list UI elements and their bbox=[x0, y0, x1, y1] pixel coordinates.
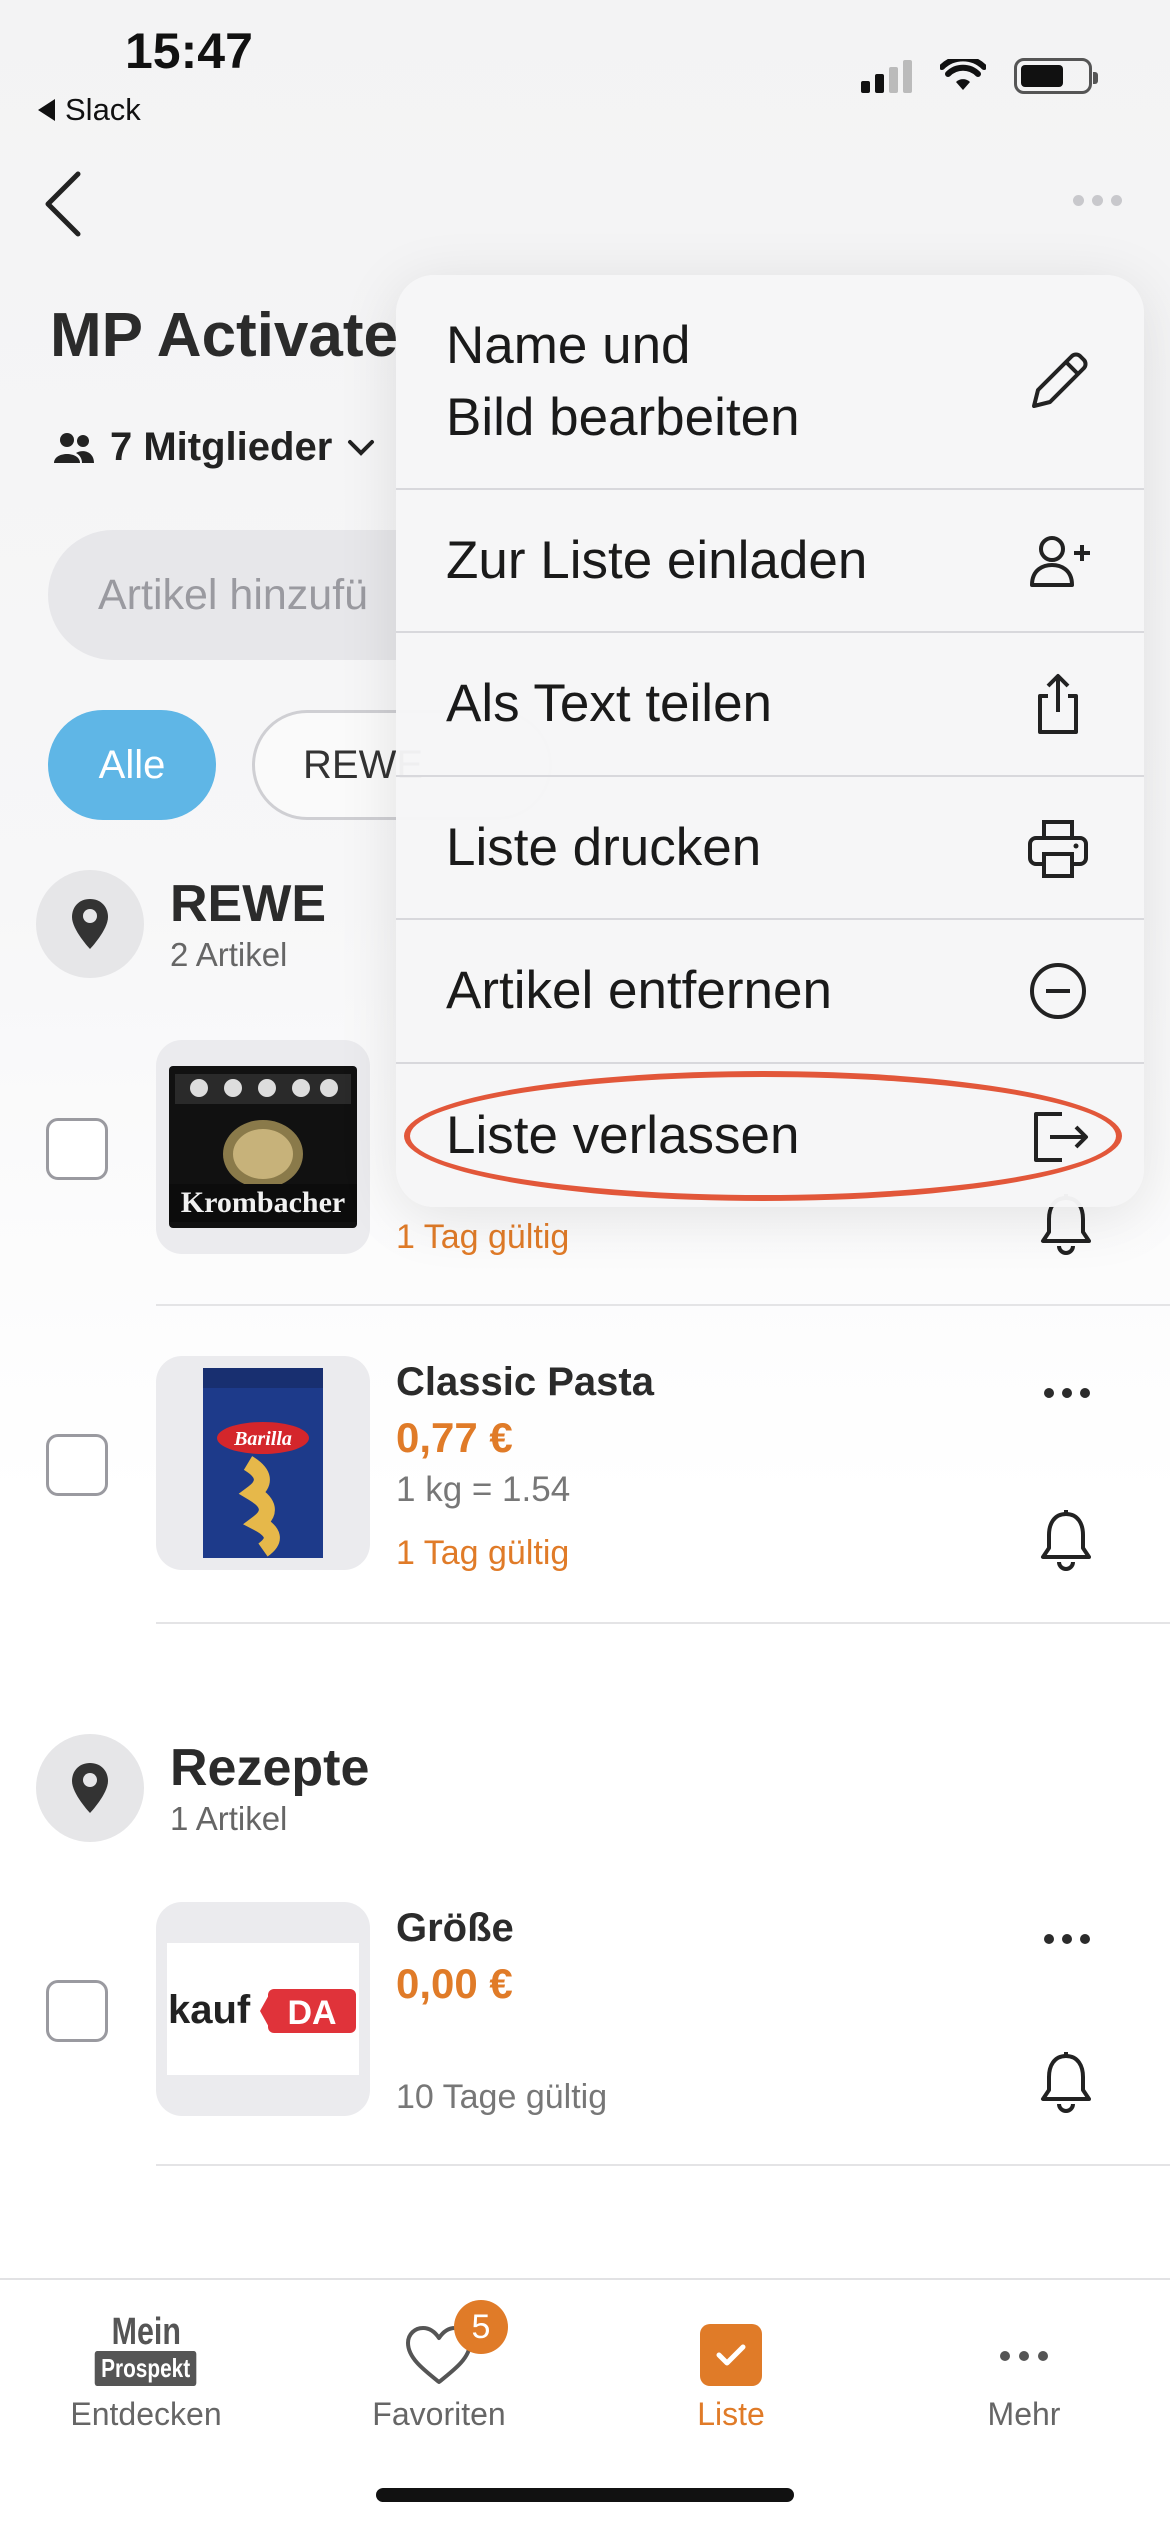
home-indicator bbox=[376, 2488, 794, 2502]
svg-text:DA: DA bbox=[287, 1994, 336, 2032]
tab-label: Mehr bbox=[987, 2396, 1061, 2432]
menu-item-label: Name und Bild bearbeiten bbox=[446, 315, 800, 447]
tab-label: Entdecken bbox=[70, 2396, 222, 2432]
item-validity: 1 Tag gültig bbox=[396, 1534, 570, 1572]
item-more-icon[interactable] bbox=[1044, 1934, 1090, 1944]
back-to-app-link[interactable]: Slack bbox=[38, 92, 141, 128]
bell-icon[interactable] bbox=[1038, 1508, 1094, 1572]
location-pin-icon bbox=[36, 1734, 144, 1842]
list-options-menu: Name und Bild bearbeiten Zur Liste einla… bbox=[396, 275, 1144, 1207]
item-unit-price: 1 kg = 1.54 bbox=[396, 1470, 571, 1509]
divider bbox=[156, 1304, 1170, 1306]
item-more-icon[interactable] bbox=[1044, 1388, 1090, 1398]
more-dots-icon bbox=[1000, 2300, 1048, 2386]
section-count: 1 Artikel bbox=[170, 1800, 288, 1837]
section-header-rewe: REWE 2 Artikel bbox=[36, 870, 326, 978]
wifi-icon bbox=[940, 59, 986, 90]
pencil-icon bbox=[1022, 346, 1094, 418]
checklist-icon bbox=[700, 2300, 762, 2386]
product-image[interactable]: kauf DA bbox=[156, 1902, 370, 2116]
tab-liste[interactable]: Liste bbox=[606, 2300, 856, 2433]
section-name: REWE bbox=[170, 875, 326, 933]
share-icon bbox=[1022, 668, 1094, 740]
list-title: MP Activate bbox=[50, 301, 399, 370]
menu-item-label: Zur Liste einladen bbox=[446, 530, 868, 590]
printer-icon bbox=[1022, 812, 1094, 884]
menu-item-invite[interactable]: Zur Liste einladen bbox=[396, 490, 1144, 633]
menu-item-edit-name-image[interactable]: Name und Bild bearbeiten bbox=[396, 275, 1144, 490]
item-name: Größe bbox=[396, 1906, 514, 1950]
app-screen: 15:47 Slack MP Activate 7 Mitglieder Art… bbox=[0, 0, 1170, 2532]
filter-chip-alle[interactable]: Alle bbox=[48, 710, 216, 820]
section-count: 2 Artikel bbox=[170, 936, 288, 973]
add-item-placeholder: Artikel hinzufü bbox=[98, 570, 369, 619]
product-brand-text: Krombacher bbox=[181, 1186, 345, 1219]
item-name: Classic Pasta bbox=[396, 1360, 654, 1404]
leave-icon bbox=[1022, 1100, 1094, 1172]
chevron-down-icon bbox=[348, 439, 375, 456]
status-icons bbox=[861, 58, 1098, 94]
add-person-icon bbox=[1022, 525, 1094, 597]
cellular-signal-icon bbox=[861, 59, 912, 93]
more-options-icon[interactable] bbox=[1073, 195, 1122, 206]
back-triangle-icon bbox=[38, 99, 55, 121]
item-checkbox[interactable] bbox=[46, 1980, 108, 2042]
members-dropdown[interactable]: 7 Mitglieder bbox=[52, 425, 376, 470]
item-price: 0,00 € bbox=[396, 1960, 513, 2007]
back-chevron-icon[interactable] bbox=[38, 168, 98, 238]
tab-favoriten[interactable]: 5 Favoriten bbox=[314, 2300, 564, 2433]
minus-circle-icon bbox=[1022, 955, 1094, 1027]
section-name: Rezepte bbox=[170, 1739, 370, 1797]
svg-text:kauf: kauf bbox=[168, 1988, 251, 2032]
favorites-badge: 5 bbox=[454, 2300, 508, 2354]
heart-icon: 5 bbox=[404, 2300, 508, 2386]
item-checkbox[interactable] bbox=[46, 1118, 108, 1180]
item-validity: 10 Tage gültig bbox=[396, 2078, 608, 2116]
menu-item-label: Als Text teilen bbox=[446, 674, 773, 734]
menu-item-label: Artikel entfernen bbox=[446, 961, 832, 1021]
tab-mehr[interactable]: Mehr bbox=[899, 2300, 1149, 2433]
section-header-rezepte: Rezepte 1 Artikel bbox=[36, 1734, 369, 1842]
menu-item-leave-list[interactable]: Liste verlassen bbox=[396, 1064, 1144, 1207]
divider bbox=[156, 2164, 1170, 2166]
product-image[interactable]: Barilla bbox=[156, 1356, 370, 1570]
item-validity: 1 Tag gültig bbox=[396, 1218, 570, 1256]
product-brand-text: Barilla bbox=[233, 1428, 292, 1450]
location-pin-icon bbox=[36, 870, 144, 978]
product-image[interactable]: Krombacher bbox=[156, 1040, 370, 1254]
menu-item-label: Liste verlassen bbox=[446, 1105, 800, 1165]
menu-item-print[interactable]: Liste drucken bbox=[396, 777, 1144, 920]
tab-label: Liste bbox=[697, 2396, 765, 2432]
members-label: 7 Mitglieder bbox=[110, 425, 333, 469]
tab-entdecken[interactable]: Mein Prospekt Entdecken bbox=[21, 2300, 271, 2433]
menu-item-remove-items[interactable]: Artikel entfernen bbox=[396, 920, 1144, 1064]
item-checkbox[interactable] bbox=[46, 1434, 108, 1496]
battery-icon bbox=[1014, 58, 1098, 94]
divider bbox=[156, 1622, 1170, 1624]
back-app-label: Slack bbox=[65, 92, 141, 127]
tab-label: Favoriten bbox=[372, 2396, 506, 2432]
bell-icon[interactable] bbox=[1038, 2050, 1094, 2114]
status-time: 15:47 bbox=[125, 23, 253, 79]
menu-item-share-text[interactable]: Als Text teilen bbox=[396, 633, 1144, 777]
item-price: 0,77 € bbox=[396, 1414, 513, 1461]
mein-prospekt-logo-icon: Mein Prospekt bbox=[82, 2300, 209, 2386]
menu-item-label: Liste drucken bbox=[446, 817, 762, 877]
people-icon bbox=[54, 432, 94, 463]
